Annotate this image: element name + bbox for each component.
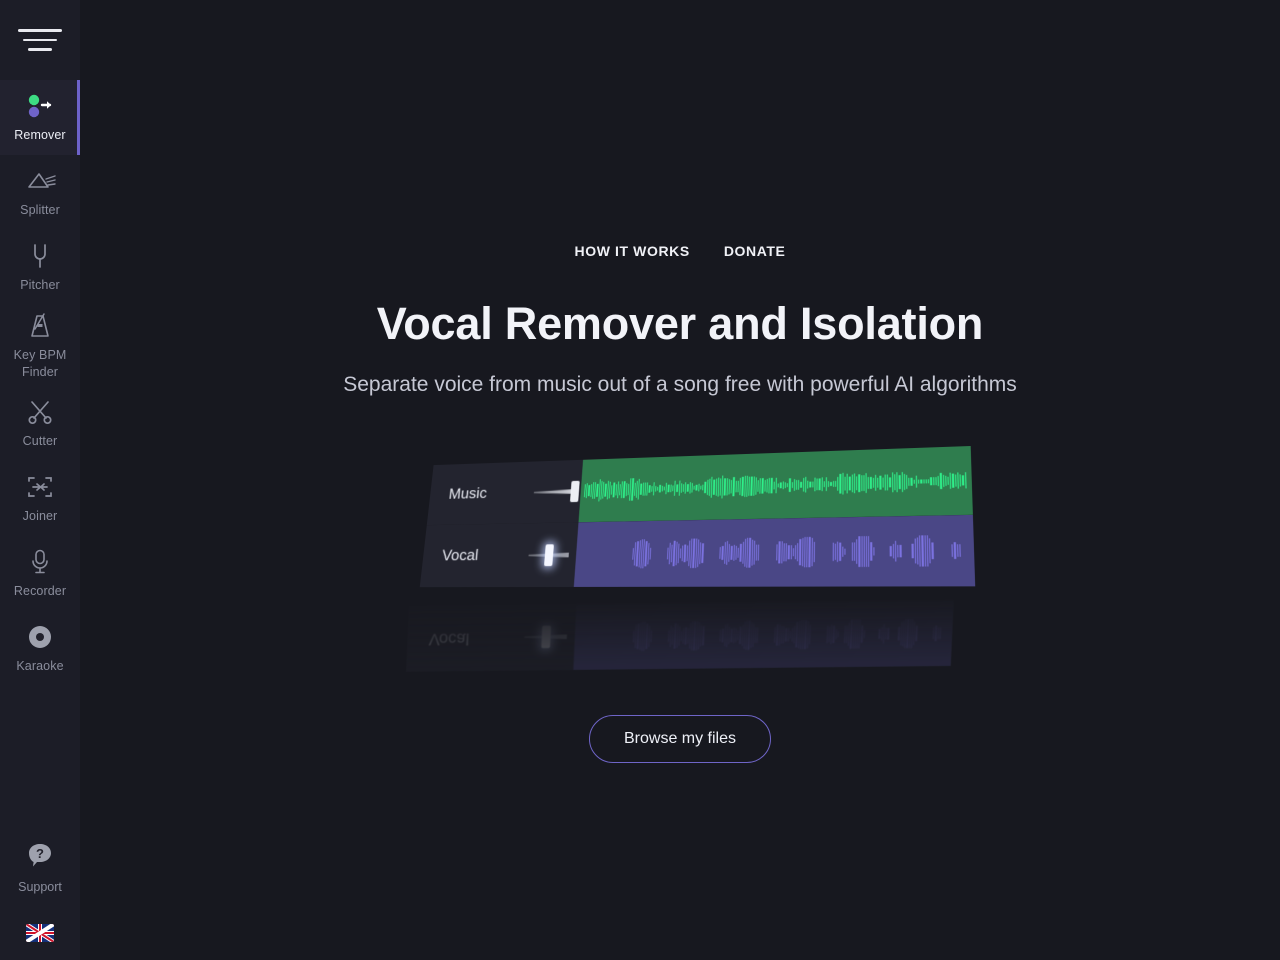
sidebar-item-label: Pitcher [20, 278, 60, 293]
sidebar-item-karaoke[interactable]: Karaoke [0, 611, 80, 686]
waveform-bars [579, 446, 974, 522]
app-root: Remover Splitter Pitcher Key BPM Finder … [0, 0, 1280, 960]
track-name: Music [447, 484, 488, 503]
page-title: Vocal Remover and Isolation [376, 298, 984, 349]
sidebar-item-label: Cutter [22, 434, 58, 449]
sidebar-item-label: Splitter [20, 203, 60, 218]
sidebar-item-label: Joiner [22, 509, 58, 524]
slider-knob[interactable] [544, 544, 554, 567]
uk-flag-icon[interactable] [26, 924, 54, 942]
disc-icon [27, 622, 53, 652]
sidebar-item-splitter[interactable]: Splitter [0, 155, 80, 230]
hamburger-line [23, 38, 57, 42]
sidebar-item-joiner[interactable]: Joiner [0, 461, 80, 536]
join-arrows-icon [26, 472, 54, 502]
track-slider-music[interactable] [533, 480, 581, 503]
sidebar-item-cutter[interactable]: Cutter [0, 386, 80, 461]
hero-illustration: Music Vocal [400, 445, 976, 652]
tuning-fork-icon [28, 241, 52, 271]
sidebar-item-label: Recorder [13, 584, 67, 599]
question-bubble-icon: ? [26, 841, 54, 874]
sidebar-item-label: Support [18, 880, 62, 894]
sidebar-nav: Remover Splitter Pitcher Key BPM Finder … [0, 80, 80, 686]
waveform-vocal [573, 514, 976, 588]
mixer-panel: Music Vocal [417, 445, 976, 612]
sidebar-item-support[interactable]: ? Support [0, 841, 80, 894]
browse-my-files-button[interactable]: Browse my files [588, 715, 772, 763]
nav-link-donate[interactable]: DONATE [724, 243, 786, 259]
flag-band [26, 931, 54, 935]
track-name: Vocal [441, 546, 480, 565]
hamburger-line [28, 48, 52, 51]
scissors-icon [26, 397, 54, 427]
waveform-bars [574, 515, 976, 587]
flag-band [38, 924, 42, 942]
sidebar: Remover Splitter Pitcher Key BPM Finder … [0, 0, 80, 960]
nav-link-how-it-works[interactable]: HOW IT WORKS [575, 243, 690, 259]
page-subtitle: Separate voice from music out of a song … [343, 372, 1017, 396]
waveform-music [578, 445, 974, 523]
hamburger-line [18, 29, 62, 32]
microphone-icon [28, 547, 52, 577]
metronome-icon [27, 311, 53, 341]
sidebar-item-label: Key BPM Finder [13, 348, 67, 379]
sidebar-bottom: ? Support [0, 841, 80, 960]
svg-text:?: ? [36, 846, 44, 861]
cta-container: Browse my files [588, 715, 772, 763]
remover-icon [25, 91, 55, 121]
sidebar-item-remover[interactable]: Remover [0, 80, 80, 155]
sidebar-item-recorder[interactable]: Recorder [0, 536, 80, 611]
slider-knob[interactable] [569, 480, 580, 503]
sidebar-item-label: Karaoke [16, 659, 64, 674]
sidebar-item-pitcher[interactable]: Pitcher [0, 230, 80, 305]
hamburger-icon[interactable] [0, 0, 80, 80]
track-row-vocal: Vocal [419, 514, 976, 588]
top-navigation: HOW IT WORKS DONATE [575, 243, 786, 259]
prism-icon [24, 166, 56, 196]
sidebar-item-key-bpm-finder[interactable]: Key BPM Finder [0, 305, 80, 386]
sidebar-item-label: Remover [14, 128, 66, 143]
slider-track [534, 489, 574, 495]
track-slider-vocal[interactable] [528, 544, 577, 567]
track-row-music: Music [426, 445, 974, 526]
main-content: HOW IT WORKS DONATE Vocal Remover and Is… [80, 0, 1280, 960]
